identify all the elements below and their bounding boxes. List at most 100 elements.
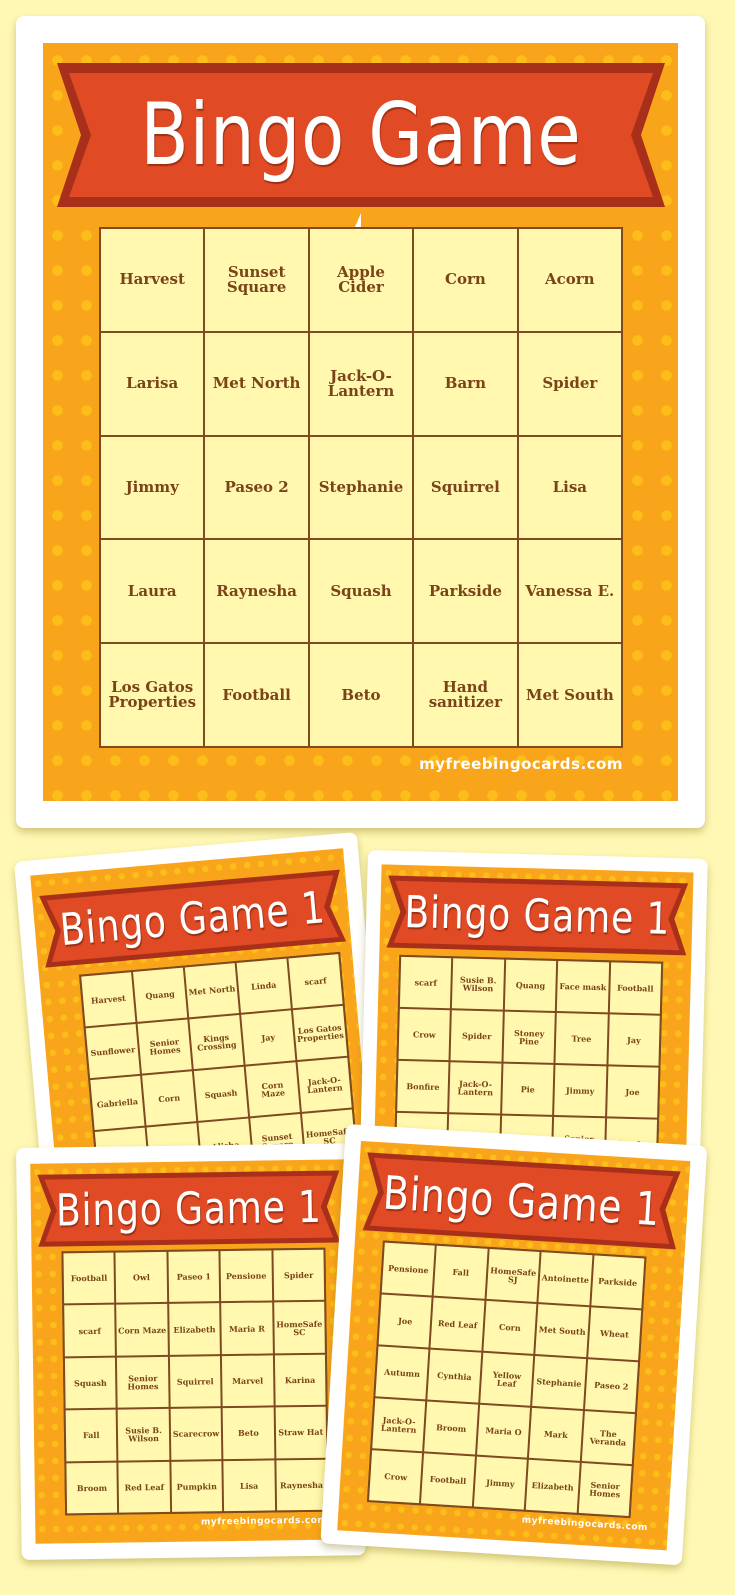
bingo-cell[interactable]: Football <box>609 962 662 1014</box>
bingo-cell[interactable]: Harvest <box>101 229 204 331</box>
bingo-cell[interactable]: Joe <box>378 1294 432 1348</box>
bingo-cell[interactable]: Beto <box>309 644 413 746</box>
bingo-cell[interactable]: Squash <box>193 1066 249 1121</box>
bingo-cell[interactable]: Red Leaf <box>430 1297 485 1351</box>
preview-card-4[interactable]: Bingo Game 1 Pensione Fall HomeSafe SJ Anto… <box>320 1124 708 1566</box>
bingo-cell[interactable]: Pumpkin <box>171 1460 223 1512</box>
bingo-cell[interactable]: Karina <box>274 1354 326 1406</box>
bingo-cell[interactable]: Elizabeth <box>525 1459 580 1513</box>
bingo-cell[interactable]: Met South <box>518 644 621 746</box>
bingo-cell[interactable]: Paseo 1 <box>168 1251 220 1303</box>
bingo-cell[interactable]: Football <box>63 1252 115 1304</box>
bingo-cell[interactable]: Senior Homes <box>578 1462 632 1516</box>
bingo-cell[interactable]: Raynesha <box>275 1459 328 1511</box>
bingo-cell[interactable]: Yellow Leaf <box>480 1352 534 1406</box>
bingo-cell[interactable]: Los Gatos Properties <box>101 644 204 746</box>
bingo-cell[interactable]: Apple Cider <box>309 229 413 331</box>
bingo-cell[interactable]: Scarecrow <box>170 1408 222 1460</box>
bingo-cell[interactable]: Harvest <box>81 972 136 1027</box>
bingo-cell[interactable]: Fall <box>434 1245 488 1299</box>
bingo-cell[interactable]: Spider <box>450 1010 503 1062</box>
bingo-cell[interactable]: Cynthia <box>427 1349 482 1403</box>
bingo-cell[interactable]: scarf <box>64 1305 116 1357</box>
bingo-cell[interactable]: Paseo 2 <box>584 1359 638 1413</box>
bingo-cell[interactable]: Spider <box>273 1249 325 1301</box>
bingo-cell[interactable]: Susie B. Wilson <box>118 1409 170 1461</box>
bingo-cell[interactable]: Broom <box>66 1462 118 1514</box>
bingo-cell[interactable]: Marvel <box>222 1355 274 1407</box>
bingo-cell[interactable]: scarf <box>288 954 343 1009</box>
bingo-cell[interactable]: Corn <box>414 229 517 331</box>
bingo-cell[interactable]: Football <box>421 1453 475 1507</box>
bingo-cell[interactable]: Stoney Pine <box>503 1011 555 1063</box>
bingo-cell[interactable]: Sunset Square <box>205 229 308 331</box>
bingo-cell[interactable]: Mark <box>529 1407 583 1461</box>
bingo-cell[interactable]: The Veranda <box>581 1411 635 1465</box>
bingo-cell[interactable]: Susie B. Wilson <box>452 958 504 1010</box>
bingo-cell[interactable]: Bonfire <box>397 1060 449 1113</box>
bingo-cell[interactable]: Jack-O-Lantern <box>297 1057 352 1112</box>
bingo-cell[interactable]: Corn Maze <box>116 1304 168 1356</box>
bingo-cell[interactable]: Crow <box>398 1008 451 1061</box>
bingo-cell[interactable]: Jack-O-Lantern <box>309 332 413 435</box>
bingo-cell[interactable]: Stephanie <box>532 1355 586 1409</box>
bingo-cell[interactable]: Acorn <box>518 229 621 331</box>
bingo-cell[interactable]: Face mask <box>557 961 609 1013</box>
bingo-cell[interactable]: Wheat <box>587 1307 642 1361</box>
bingo-cell[interactable]: Jack-O-Lantern <box>449 1062 502 1114</box>
bingo-cell[interactable]: Owl <box>115 1251 167 1304</box>
bingo-cell[interactable]: Larisa <box>101 332 204 435</box>
bingo-cell[interactable]: Laura <box>101 540 204 643</box>
bingo-cell[interactable]: Squirrel <box>414 436 517 539</box>
bingo-cell[interactable]: Sunflower <box>85 1024 140 1079</box>
bingo-cell[interactable]: Jay <box>608 1014 660 1066</box>
bingo-cell[interactable]: Senior Homes <box>137 1019 192 1074</box>
bingo-cell[interactable]: Paseo 2 <box>205 436 308 539</box>
bingo-cell[interactable]: scarf <box>399 956 452 1009</box>
bingo-cell[interactable]: Jay <box>241 1010 296 1065</box>
bingo-cell[interactable]: Straw Hat <box>275 1406 327 1458</box>
bingo-cell[interactable]: Jimmy <box>473 1456 528 1510</box>
preview-card-3[interactable]: Bingo Game 1 Football Owl Paseo 1 Pensione S… <box>16 1143 366 1560</box>
bingo-cell[interactable]: Quang <box>504 959 557 1011</box>
bingo-cell[interactable]: Autumn <box>375 1346 429 1400</box>
bingo-cell[interactable]: Fall <box>65 1409 117 1461</box>
bingo-cell[interactable]: HomeSafe SJ <box>486 1248 540 1302</box>
bingo-cell[interactable]: Crow <box>369 1450 423 1504</box>
site-watermark[interactable]: myfreebingocards.com <box>201 1516 327 1528</box>
bingo-cell[interactable]: Met North <box>184 963 240 1018</box>
bingo-cell[interactable]: Corn <box>483 1300 537 1354</box>
bingo-cell[interactable]: Hand sanitizer <box>414 644 517 746</box>
bingo-cell[interactable]: Senior Homes <box>117 1356 169 1408</box>
bingo-cell[interactable]: Maria O <box>476 1404 531 1458</box>
bingo-cell[interactable]: Squash <box>309 540 413 643</box>
bingo-cell[interactable]: Lisa <box>518 436 621 539</box>
bingo-cell[interactable]: Jimmy <box>101 436 204 539</box>
bingo-cell[interactable]: Met South <box>535 1304 589 1358</box>
bingo-cell[interactable]: Elizabeth <box>168 1303 221 1355</box>
bingo-cell[interactable]: Kings Crossing <box>189 1014 244 1070</box>
bingo-cell[interactable]: Jack-O-Lantern <box>372 1398 426 1452</box>
bingo-cell[interactable]: Corn <box>142 1071 197 1126</box>
bingo-cell[interactable]: HomeSafe SC <box>273 1302 325 1354</box>
bingo-cell[interactable]: Maria R <box>221 1302 273 1354</box>
bingo-cell[interactable]: Parkside <box>590 1255 645 1309</box>
bingo-cell[interactable]: Squash <box>64 1357 117 1409</box>
bingo-cell[interactable]: Pensione <box>220 1250 272 1302</box>
bingo-cell[interactable]: Antoinette <box>538 1252 593 1306</box>
bingo-cell[interactable]: Beto <box>222 1407 274 1459</box>
bingo-cell[interactable]: Jimmy <box>554 1064 607 1117</box>
bingo-cell[interactable]: Red Leaf <box>118 1461 170 1513</box>
bingo-cell[interactable]: Spider <box>518 332 621 435</box>
site-watermark[interactable]: myfreebingocards.com <box>521 1515 648 1533</box>
bingo-cell[interactable]: Joe <box>606 1066 659 1118</box>
bingo-cell[interactable]: Raynesha <box>205 540 308 643</box>
bingo-cell[interactable]: Broom <box>424 1401 478 1455</box>
bingo-cell[interactable]: Tree <box>555 1013 608 1065</box>
bingo-cell[interactable]: Vanessa E. <box>518 540 621 643</box>
bingo-cell[interactable]: Gabriella <box>90 1075 145 1130</box>
bingo-cell[interactable]: Linda <box>236 958 291 1013</box>
bingo-cell[interactable]: Los Gatos Properties <box>292 1005 348 1061</box>
bingo-cell[interactable]: Corn Maze <box>245 1062 300 1117</box>
bingo-cell[interactable]: Football <box>205 644 308 746</box>
